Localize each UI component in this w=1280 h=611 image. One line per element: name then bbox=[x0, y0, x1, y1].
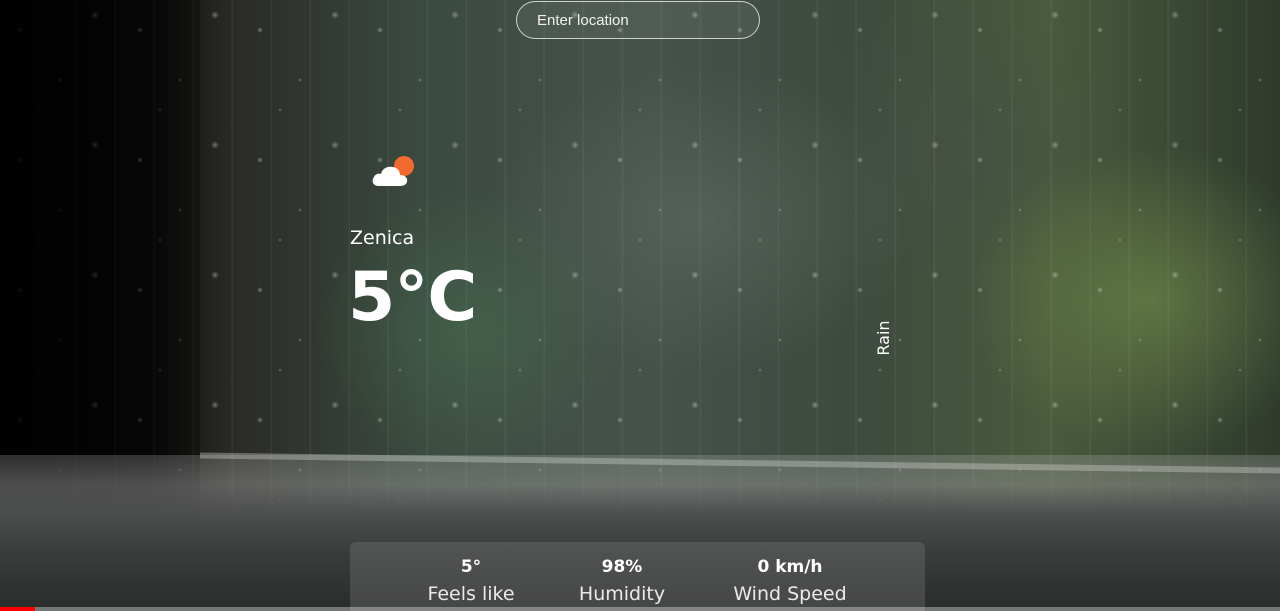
stat-wind-speed: 0 km/h Wind Speed bbox=[720, 556, 860, 607]
feels-like-label: Feels like bbox=[427, 583, 515, 605]
current-temperature: 5°C bbox=[348, 258, 477, 337]
feels-like-value: 5° bbox=[460, 557, 482, 577]
humidity-label: Humidity bbox=[578, 583, 666, 605]
wind-speed-value: 0 km/h bbox=[757, 557, 823, 577]
video-progress-fill bbox=[0, 607, 35, 611]
cloud-sun-icon bbox=[372, 156, 414, 186]
location-search-input[interactable] bbox=[516, 1, 760, 39]
video-progress-bar[interactable] bbox=[0, 607, 1280, 611]
humidity-value: 98% bbox=[601, 557, 643, 577]
stat-humidity: 98% Humidity bbox=[562, 556, 682, 607]
stats-panel: 5° Feels like 98% Humidity 0 km/h Wind S… bbox=[350, 542, 925, 611]
weather-app: Zenica 5°C Rain 5° Feels like 98% Humidi… bbox=[0, 0, 1280, 611]
city-name: Zenica bbox=[350, 227, 415, 249]
stat-feels-like: 5° Feels like bbox=[410, 556, 532, 607]
weather-description: Rain bbox=[874, 320, 893, 356]
wind-speed-label: Wind Speed bbox=[733, 583, 847, 605]
